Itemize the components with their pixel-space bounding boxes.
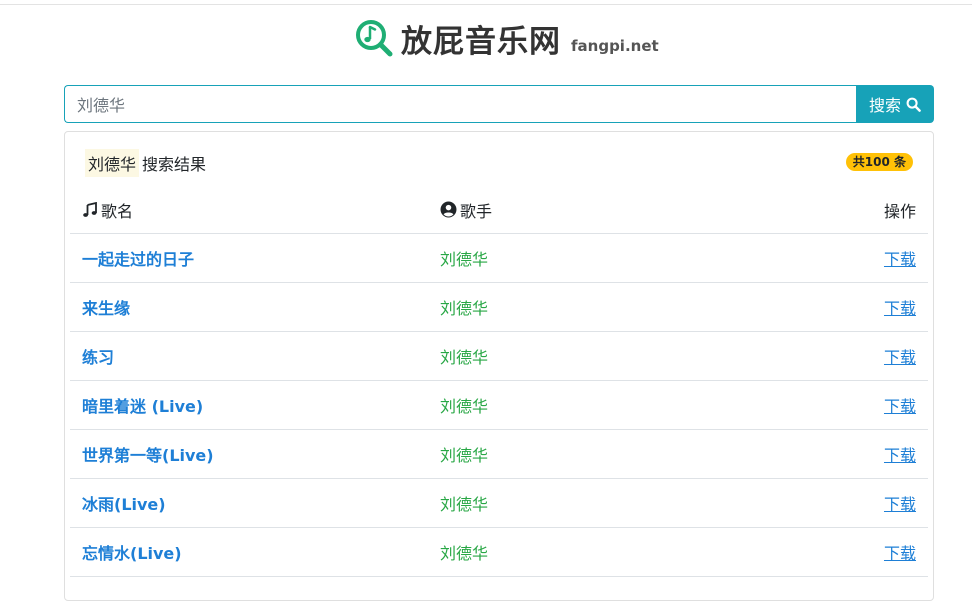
- search-button[interactable]: 搜索: [856, 85, 934, 123]
- music-search-icon[interactable]: [355, 19, 393, 57]
- singer-name[interactable]: 刘德华: [440, 381, 488, 429]
- download-link[interactable]: 下载: [884, 479, 916, 527]
- search-keyword: 刘德华: [85, 149, 140, 177]
- song-link[interactable]: 练习: [82, 332, 114, 380]
- column-action-label: 操作: [883, 201, 916, 221]
- search-icon: [906, 97, 921, 112]
- singer-name[interactable]: 刘德华: [440, 430, 488, 478]
- site-header: 放屁音乐网 fangpi.net: [0, 16, 972, 68]
- song-link[interactable]: 世界第一等(Live): [82, 430, 214, 478]
- search-button-label: 搜索: [868, 96, 901, 115]
- singer-name[interactable]: 刘德华: [440, 283, 488, 331]
- user-circle-icon: [440, 201, 457, 218]
- table-row: 世界第一等(Live) 刘德华 下载: [70, 430, 928, 479]
- search-input[interactable]: [64, 85, 856, 123]
- column-singer-label: 歌手: [460, 201, 493, 221]
- download-link[interactable]: 下载: [884, 283, 916, 331]
- site-domain: fangpi.net: [571, 37, 659, 55]
- singer-name[interactable]: 刘德华: [440, 528, 488, 576]
- site-title[interactable]: 放屁音乐网: [401, 22, 561, 62]
- download-link[interactable]: 下载: [884, 332, 916, 380]
- column-action: 操作: [884, 186, 916, 233]
- download-link[interactable]: 下载: [884, 381, 916, 429]
- singer-name[interactable]: 刘德华: [440, 234, 488, 282]
- table-row: 一起走过的日子 刘德华 下载: [70, 234, 928, 283]
- results-card: 刘德华 搜索结果 共100 条 歌名 歌手 操作 一起走过的日子 刘德华 下载 …: [64, 131, 934, 601]
- top-divider: [0, 4, 972, 5]
- table-row: 练习 刘德华 下载: [70, 332, 928, 381]
- table-row: 忘情水(Live) 刘德华 下载: [70, 528, 928, 577]
- results-heading: 刘德华 搜索结果: [85, 149, 206, 177]
- music-note-icon: [82, 201, 98, 218]
- download-link[interactable]: 下载: [884, 528, 916, 576]
- table-row: 暗里着迷 (Live) 刘德华 下载: [70, 381, 928, 430]
- column-song-label: 歌名: [101, 201, 134, 221]
- search-bar: 搜索: [64, 85, 934, 123]
- table-row: 来生缘 刘德华 下载: [70, 283, 928, 332]
- results-heading-suffix: 搜索结果: [142, 155, 207, 174]
- download-link[interactable]: 下载: [884, 234, 916, 282]
- song-link[interactable]: 忘情水(Live): [82, 528, 182, 576]
- column-song: 歌名: [82, 186, 133, 233]
- song-link[interactable]: 暗里着迷 (Live): [82, 381, 203, 429]
- download-link[interactable]: 下载: [884, 430, 916, 478]
- song-link[interactable]: 冰雨(Live): [82, 479, 166, 527]
- column-singer: 歌手: [440, 186, 492, 233]
- table-header: 歌名 歌手 操作: [70, 186, 928, 234]
- song-link[interactable]: 来生缘: [82, 283, 130, 331]
- song-link[interactable]: 一起走过的日子: [82, 234, 194, 282]
- singer-name[interactable]: 刘德华: [440, 332, 488, 380]
- results-table-body: 一起走过的日子 刘德华 下载 来生缘 刘德华 下载 练习 刘德华 下载 暗里着迷…: [70, 234, 928, 577]
- table-row: 冰雨(Live) 刘德华 下载: [70, 479, 928, 528]
- singer-name[interactable]: 刘德华: [440, 479, 488, 527]
- result-count-badge: 共100 条: [845, 153, 913, 171]
